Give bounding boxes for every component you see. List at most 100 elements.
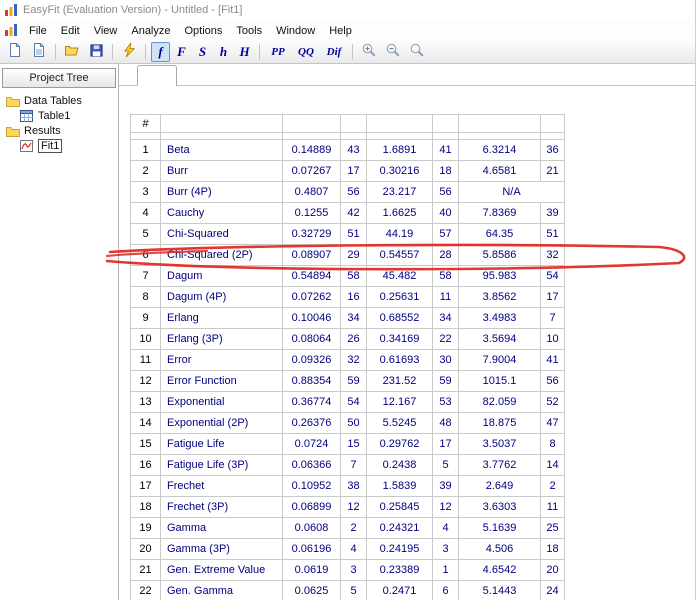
distribution-name-cell: Gamma — [161, 518, 283, 539]
zoom-out-button[interactable] — [382, 42, 404, 62]
row-number-cell: 6 — [131, 245, 161, 266]
table-row[interactable]: 8Dagum (4P)0.07262160.25631113.856217 — [131, 287, 565, 308]
qq-plot-button[interactable]: QQ — [293, 42, 319, 62]
row-number-cell: 2 — [131, 161, 161, 182]
fit-distributions-button[interactable] — [118, 42, 140, 62]
rank-cell: 56 — [541, 371, 565, 392]
distribution-name-cell: Erlang — [161, 308, 283, 329]
stat-cell: 0.29762 — [367, 434, 433, 455]
menu-window[interactable]: Window — [269, 23, 322, 39]
row-number-cell: 4 — [131, 203, 161, 224]
stat-cell: 45.482 — [367, 266, 433, 287]
zoom-reset-button[interactable] — [406, 42, 428, 62]
stat-cell: 0.08907 — [283, 245, 341, 266]
table-row[interactable]: 14Exponential (2P)0.26376505.52454818.87… — [131, 413, 565, 434]
diff-plot-button[interactable]: Dif — [321, 42, 347, 62]
tree-node-data-tables[interactable]: Data Tables — [0, 94, 118, 108]
table-row[interactable]: 11Error0.09326320.61693307.900441 — [131, 350, 565, 371]
stat-cell: 0.10952 — [283, 476, 341, 497]
lightning-bolt-icon — [122, 42, 137, 61]
new-button[interactable] — [4, 42, 26, 62]
cdf-graph-button[interactable]: F — [172, 42, 191, 62]
rank-cell: 12 — [433, 497, 459, 518]
distribution-name-cell: Gen. Gamma — [161, 581, 283, 600]
open-button[interactable] — [61, 42, 83, 62]
index-header-cell: # — [131, 115, 161, 133]
toolbar-separator — [259, 44, 260, 60]
tree-node-fit1[interactable]: Fit1 — [0, 139, 118, 153]
menu-edit[interactable]: Edit — [54, 23, 87, 39]
menu-analyze[interactable]: Analyze — [124, 23, 177, 39]
distribution-name-cell: Exponential — [161, 392, 283, 413]
hazard-graph-button[interactable]: h — [214, 42, 233, 62]
toolbar-separator — [112, 44, 113, 60]
table-row[interactable]: 19Gamma0.060820.2432145.163925 — [131, 518, 565, 539]
rank-cell: 34 — [433, 308, 459, 329]
table-row[interactable]: 13Exponential0.367745412.1675382.05952 — [131, 392, 565, 413]
table-row[interactable]: 7Dagum0.548945845.4825895.98354 — [131, 266, 565, 287]
distribution-name-cell: Error — [161, 350, 283, 371]
rank-cell: 54 — [341, 392, 367, 413]
zoom-in-button[interactable] — [358, 42, 380, 62]
table-row[interactable]: 1Beta0.14889431.6891416.321436 — [131, 140, 565, 161]
survival-graph-button[interactable]: S — [193, 42, 212, 62]
save-button[interactable] — [85, 42, 107, 62]
stat-cell: 3.7762 — [459, 455, 541, 476]
table-row[interactable]: 4Cauchy0.1255421.6625407.836939 — [131, 203, 565, 224]
tree-label: Table1 — [38, 110, 70, 122]
table-row[interactable]: 5Chi-Squared0.327295144.195764.3551 — [131, 224, 565, 245]
rank-cell: 39 — [433, 476, 459, 497]
rank-cell: 59 — [433, 371, 459, 392]
menu-tools[interactable]: Tools — [229, 23, 269, 39]
document-window-icon[interactable] — [4, 23, 18, 37]
table-row[interactable]: 6Chi-Squared (2P)0.08907290.54557285.858… — [131, 245, 565, 266]
rank-cell: 47 — [541, 413, 565, 434]
stat-cell: 12.167 — [367, 392, 433, 413]
rank-cell: 50 — [341, 413, 367, 434]
stat-cell: 3.5694 — [459, 329, 541, 350]
table-row[interactable]: 9Erlang0.10046340.68552343.49837 — [131, 308, 565, 329]
app-window: EasyFit (Evaluation Version) - Untitled … — [0, 0, 696, 600]
table-row[interactable]: 12Error Function0.8835459231.52591015.15… — [131, 371, 565, 392]
menu-view[interactable]: View — [87, 23, 125, 39]
table-row[interactable]: 3Burr (4P)0.48075623.21756N/A — [131, 182, 565, 203]
menu-file[interactable]: File — [22, 23, 54, 39]
table-row[interactable]: 10Erlang (3P)0.08064260.34169223.569410 — [131, 329, 565, 350]
distribution-name-cell: Frechet (3P) — [161, 497, 283, 518]
stat-cell: 0.07262 — [283, 287, 341, 308]
table-row[interactable]: 17Frechet0.10952381.5839392.6492 — [131, 476, 565, 497]
distribution-name-cell: Fatigue Life (3P) — [161, 455, 283, 476]
tree-node-table1[interactable]: Table1 — [0, 109, 118, 123]
stat-cell: 0.68552 — [367, 308, 433, 329]
row-number-cell: 14 — [131, 413, 161, 434]
tree-node-results[interactable]: Results — [0, 124, 118, 138]
pp-plot-button[interactable]: PP — [265, 42, 291, 62]
table-row[interactable]: 20Gamma (3P)0.0619640.2419534.50618 — [131, 539, 565, 560]
stat-cell: 4.506 — [459, 539, 541, 560]
table-row[interactable]: 16Fatigue Life (3P)0.0636670.243853.7762… — [131, 455, 565, 476]
table-row[interactable]: 21Gen. Extreme Value0.061930.2338914.654… — [131, 560, 565, 581]
new-table-button[interactable] — [28, 42, 50, 62]
cum-hazard-graph-button[interactable]: H — [235, 42, 254, 62]
pdf-graph-button[interactable]: f — [151, 42, 170, 62]
menu-options[interactable]: Options — [178, 23, 230, 39]
table-row[interactable]: 15Fatigue Life0.0724150.29762173.50378 — [131, 434, 565, 455]
graph-tab[interactable] — [137, 65, 177, 86]
rank-cell: 5 — [341, 581, 367, 600]
stat-cell: 1.6625 — [367, 203, 433, 224]
table-row[interactable]: 22Gen. Gamma0.062550.247165.144324 — [131, 581, 565, 600]
row-number-cell: 15 — [131, 434, 161, 455]
stat-cell: 0.32729 — [283, 224, 341, 245]
stat-cell: 7.9004 — [459, 350, 541, 371]
header-cell — [433, 115, 459, 133]
row-number-cell: 3 — [131, 182, 161, 203]
stat-cell: 3.8562 — [459, 287, 541, 308]
table-row[interactable]: 18Frechet (3P)0.06899120.25845123.630311 — [131, 497, 565, 518]
stat-cell: 0.24195 — [367, 539, 433, 560]
table-row[interactable]: 2Burr0.07267170.30216184.658121 — [131, 161, 565, 182]
menu-help[interactable]: Help — [322, 23, 359, 39]
stat-cell: 0.24321 — [367, 518, 433, 539]
row-number-cell: 17 — [131, 476, 161, 497]
stat-cell: 64.35 — [459, 224, 541, 245]
toolbar-separator — [145, 44, 146, 60]
